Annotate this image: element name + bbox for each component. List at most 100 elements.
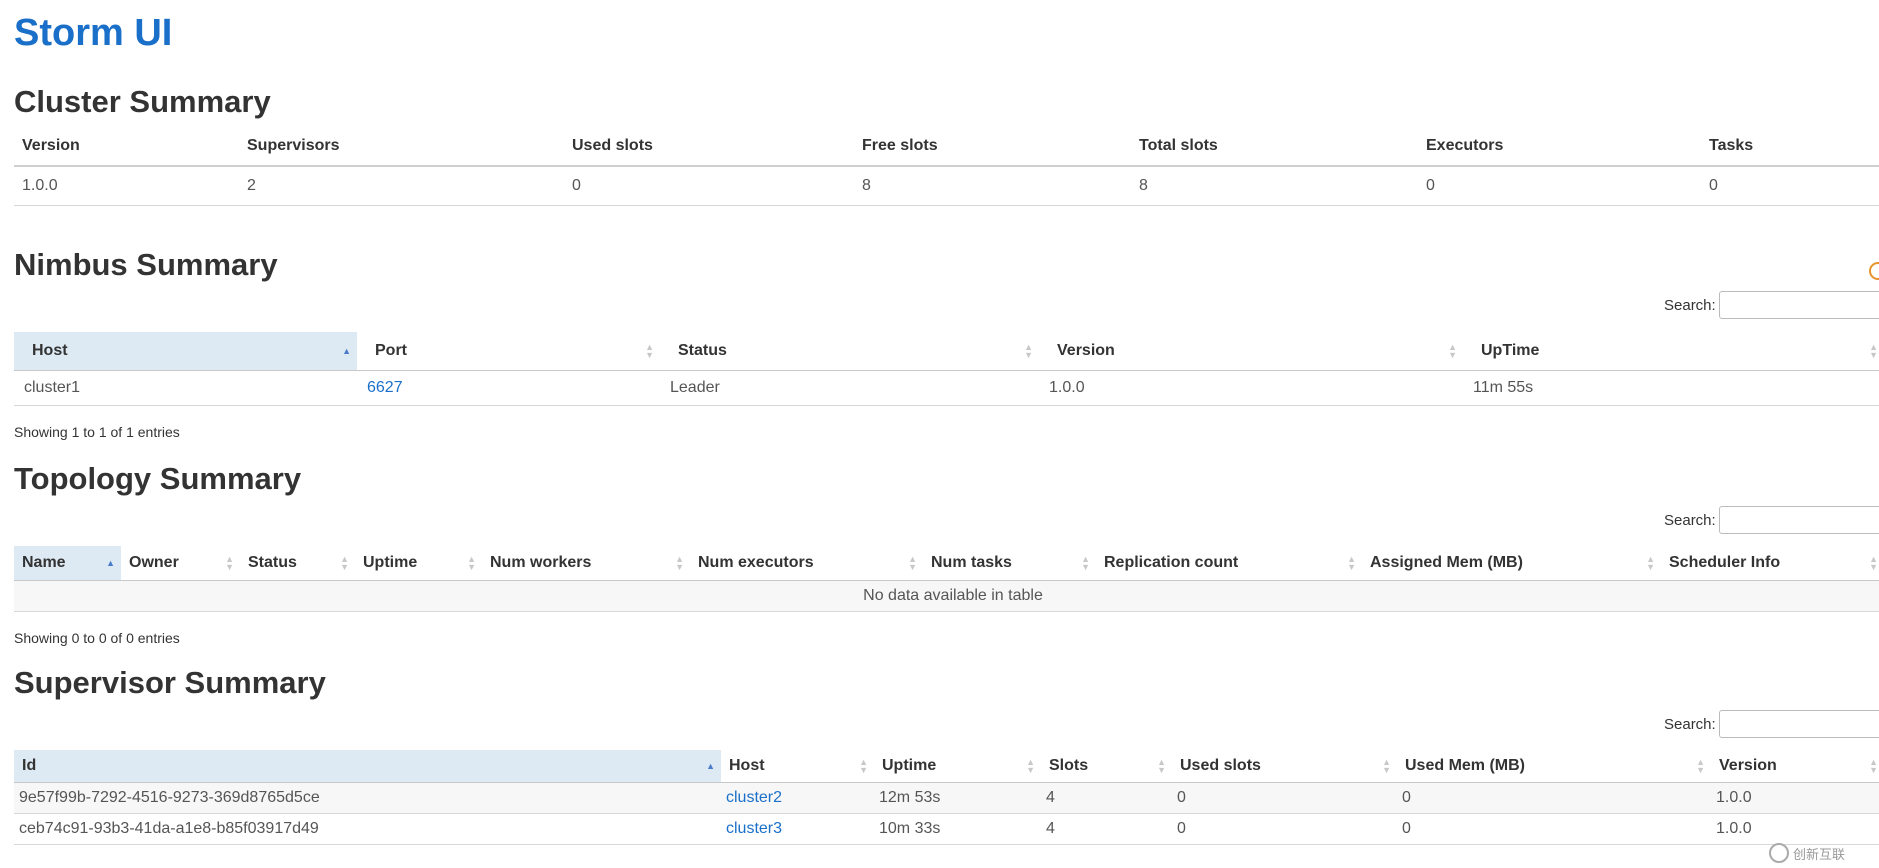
sort-ascending-icon: ▲ — [342, 346, 351, 356]
topology-col-assigned-mem[interactable]: Assigned Mem (MB) ▲ ▼ — [1362, 546, 1661, 581]
table-row: 9e57f99b-7292-4516-9273-369d8765d5ce clu… — [14, 782, 1879, 814]
supervisor-cell-id: 9e57f99b-7292-4516-9273-369d8765d5ce — [14, 782, 721, 814]
topology-col-owner[interactable]: Owner ▲ ▼ — [121, 546, 240, 581]
cluster-col-used-slots: Used slots — [564, 127, 854, 167]
watermark-text: 创新互联 — [1793, 846, 1846, 862]
supervisor-col-slots-label: Slots — [1049, 757, 1089, 774]
table-row: ceb74c91-93b3-41da-a1e8-b85f03917d49 clu… — [14, 813, 1879, 845]
topology-col-uptime[interactable]: Uptime ▲ ▼ — [355, 546, 482, 581]
help-icon[interactable] — [1869, 262, 1879, 280]
supervisor-search-label: Search: — [1664, 716, 1716, 733]
topology-col-replication-count[interactable]: Replication count ▲ ▼ — [1096, 546, 1362, 581]
topology-col-uptime-label: Uptime — [363, 554, 418, 571]
sort-icon: ▲ ▼ — [1024, 342, 1033, 360]
supervisor-col-uptime[interactable]: Uptime ▲ ▼ — [874, 750, 1041, 783]
watermark: 创新互联 — [1769, 838, 1879, 868]
topology-col-name[interactable]: Name ▲ — [14, 546, 121, 581]
sort-icon: ▲ ▼ — [1696, 757, 1705, 775]
sort-icon: ▲ ▼ — [1026, 757, 1035, 775]
sort-icon: ▲ ▼ — [675, 554, 684, 572]
cluster-cell: 0 — [564, 166, 854, 206]
topology-summary-table: Name ▲ Owner ▲ ▼ Status ▲ ▼ Uptime ▲ ▼ Num work… — [14, 546, 1879, 612]
supervisor-cell-used-slots: 0 — [1172, 813, 1397, 845]
topology-col-num-tasks-label: Num tasks — [931, 554, 1012, 571]
sort-ascending-icon: ▲ — [706, 761, 715, 771]
supervisor-col-slots[interactable]: Slots ▲ ▼ — [1041, 750, 1172, 783]
supervisor-cell-uptime: 10m 33s — [874, 813, 1041, 845]
nimbus-col-host[interactable]: Host ▲ — [14, 332, 357, 371]
topology-col-num-executors[interactable]: Num executors ▲ ▼ — [690, 546, 923, 581]
table-row: 1.0.0 2 0 8 8 0 0 — [14, 166, 1879, 206]
cluster-cell: 8 — [1131, 166, 1418, 206]
sort-icon: ▲ ▼ — [1869, 554, 1878, 572]
nimbus-col-version[interactable]: Version ▲ ▼ — [1039, 332, 1463, 371]
nimbus-summary-table: Host ▲ Port ▲ ▼ Status ▲ ▼ Version ▲ ▼ UpTime ▲ ▼… — [14, 332, 1879, 406]
supervisor-col-id-label: Id — [22, 757, 37, 774]
nimbus-col-host-label: Host — [32, 342, 68, 359]
supervisor-col-id[interactable]: Id ▲ — [14, 750, 721, 783]
supervisor-cell-version: 1.0.0 — [1711, 782, 1879, 814]
sort-icon: ▲ ▼ — [467, 554, 476, 572]
nimbus-cell-version: 1.0.0 — [1039, 370, 1463, 406]
nimbus-search-input[interactable] — [1719, 291, 1879, 319]
sort-icon: ▲ ▼ — [859, 757, 868, 775]
cluster-cell: 1.0.0 — [14, 166, 239, 206]
nimbus-cell-uptime: 11m 55s — [1463, 370, 1879, 406]
sort-icon: ▲ ▼ — [340, 554, 349, 572]
supervisor-col-uptime-label: Uptime — [882, 757, 937, 774]
topology-summary-title: Topology Summary — [14, 461, 302, 496]
nimbus-col-status-label: Status — [678, 342, 727, 359]
nimbus-col-uptime-label: UpTime — [1481, 342, 1540, 359]
nimbus-col-version-label: Version — [1057, 342, 1115, 359]
supervisor-search-input[interactable] — [1719, 710, 1879, 738]
supervisor-cell-host-link[interactable]: cluster3 — [721, 813, 874, 845]
cluster-summary-title: Cluster Summary — [14, 84, 271, 119]
supervisor-col-used-slots[interactable]: Used slots ▲ ▼ — [1172, 750, 1397, 783]
supervisor-cell-slots: 4 — [1041, 813, 1172, 845]
nimbus-col-status[interactable]: Status ▲ ▼ — [660, 332, 1039, 371]
cluster-cell: 0 — [1418, 166, 1701, 206]
nimbus-cell-status: Leader — [660, 370, 1039, 406]
storm-ui-page: Storm UI Cluster Summary Version Supervi… — [0, 0, 1879, 868]
sort-icon: ▲ ▼ — [1157, 757, 1166, 775]
cluster-col-total-slots: Total slots — [1131, 127, 1418, 167]
cluster-col-tasks: Tasks — [1701, 127, 1879, 167]
supervisor-cell-used-mem: 0 — [1397, 782, 1711, 814]
cluster-col-version: Version — [14, 127, 239, 167]
supervisor-col-used-mem[interactable]: Used Mem (MB) ▲ ▼ — [1397, 750, 1711, 783]
supervisor-summary-title: Supervisor Summary — [14, 665, 326, 700]
supervisor-cell-host-link[interactable]: cluster2 — [721, 782, 874, 814]
topology-col-scheduler-info-label: Scheduler Info — [1669, 554, 1781, 571]
topology-table-info: Showing 0 to 0 of 0 entries — [14, 630, 180, 646]
cluster-cell: 0 — [1701, 166, 1879, 206]
cluster-col-executors: Executors — [1418, 127, 1701, 167]
nimbus-col-uptime[interactable]: UpTime ▲ ▼ — [1463, 332, 1879, 371]
sort-icon: ▲ ▼ — [1869, 342, 1878, 360]
sort-icon: ▲ ▼ — [225, 554, 234, 572]
supervisor-summary-table: Id ▲ Host ▲ ▼ Uptime ▲ ▼ Slots ▲ ▼ Used slots ▲ ▼… — [14, 750, 1879, 845]
table-row: cluster1 6627 Leader 1.0.0 11m 55s — [14, 370, 1879, 406]
nimbus-col-port[interactable]: Port ▲ ▼ — [357, 332, 660, 371]
topology-col-replication-count-label: Replication count — [1104, 554, 1239, 571]
nimbus-table-info: Showing 1 to 1 of 1 entries — [14, 424, 180, 440]
topology-col-num-tasks[interactable]: Num tasks ▲ ▼ — [923, 546, 1096, 581]
sort-icon: ▲ ▼ — [1382, 757, 1391, 775]
topology-col-name-label: Name — [22, 554, 66, 571]
cluster-summary-table: Version Supervisors Used slots Free slot… — [14, 127, 1879, 206]
topology-col-assigned-mem-label: Assigned Mem (MB) — [1370, 554, 1523, 571]
topology-col-num-workers[interactable]: Num workers ▲ ▼ — [482, 546, 690, 581]
nimbus-cell-port-link[interactable]: 6627 — [357, 370, 660, 406]
topology-search-input[interactable] — [1719, 506, 1879, 534]
topology-col-status[interactable]: Status ▲ ▼ — [240, 546, 355, 581]
topology-col-num-executors-label: Num executors — [698, 554, 814, 571]
supervisor-col-host[interactable]: Host ▲ ▼ — [721, 750, 874, 783]
table-row: No data available in table — [14, 580, 1879, 612]
sort-icon: ▲ ▼ — [1646, 554, 1655, 572]
supervisor-col-version[interactable]: Version ▲ ▼ — [1711, 750, 1879, 783]
supervisor-cell-used-mem: 0 — [1397, 813, 1711, 845]
sort-icon: ▲ ▼ — [1081, 554, 1090, 572]
sort-icon: ▲ ▼ — [1869, 757, 1878, 775]
topology-col-scheduler-info[interactable]: Scheduler Info ▲ ▼ — [1661, 546, 1879, 581]
nimbus-summary-title: Nimbus Summary — [14, 247, 278, 282]
brand-title[interactable]: Storm UI — [14, 12, 172, 55]
